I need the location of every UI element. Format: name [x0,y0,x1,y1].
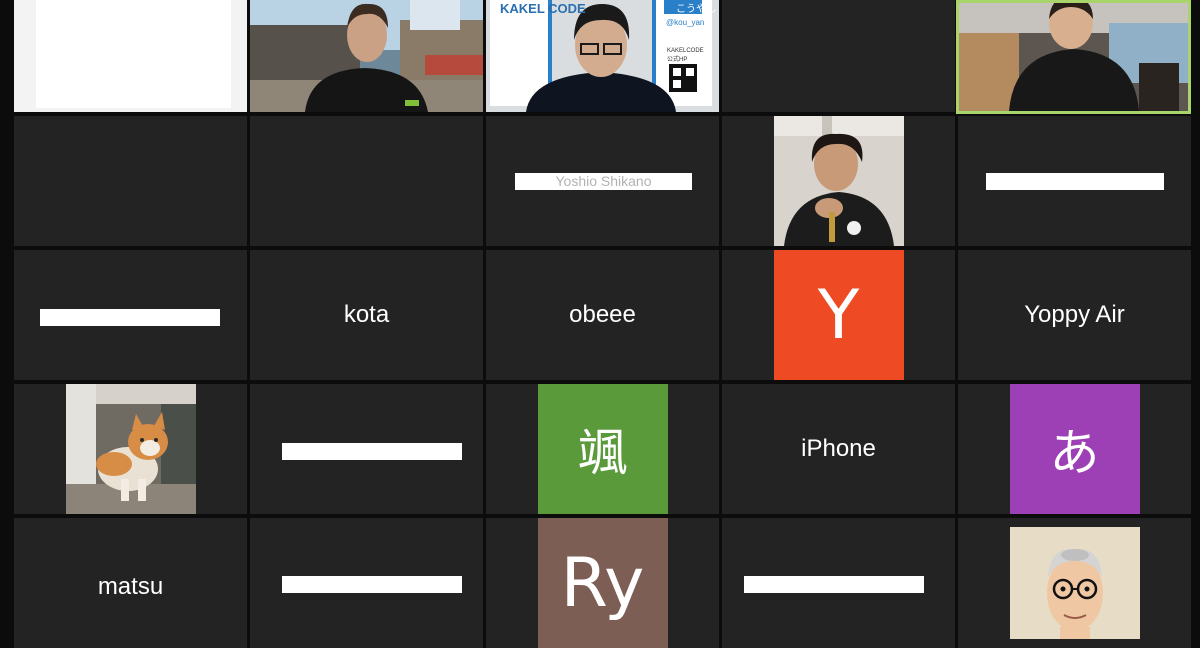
redacted-name-bar: Yoshio Shikano [515,173,692,190]
gallery-view-grid: KAKEL CODE こうやん @kou_yan KAKELCODE 公式HP … [0,0,1200,648]
initial-avatar: Y [773,250,904,380]
avatar-initial: 颯 [577,424,628,482]
participant-tile-20[interactable]: あ [958,384,1191,514]
avatar-initial: Y [817,275,860,355]
participant-video [14,0,247,112]
initial-avatar: Ry [537,518,668,648]
participant-name: kota [343,301,390,328]
participant-tile-10[interactable] [958,116,1191,246]
participant-name: obeee [569,301,636,328]
participant-tile-24[interactable] [722,518,955,648]
participant-tile-25[interactable] [958,518,1191,648]
participant-tile-4[interactable] [722,0,955,112]
kakel-code-logo: KAKEL CODE [500,1,586,16]
participant-tile-12[interactable]: kota [250,250,483,380]
participant-name: Yoshio Shikano [555,173,652,189]
redacted-name-bar [744,576,924,593]
kakel-kana: こうやん [676,4,716,15]
cartoon-avatar [1009,527,1140,639]
participant-tile-9[interactable] [722,116,955,246]
redacted-name-bar [40,309,220,326]
participant-name: matsu [97,573,164,600]
participant-tile-13[interactable]: obeee [486,250,719,380]
participant-tile-8[interactable]: Yoshio Shikano [486,116,719,246]
participant-tile-5-active-speaker[interactable] [956,0,1191,114]
participant-tile-22[interactable] [250,518,483,648]
redacted-name-bar [282,576,462,593]
participant-tile-19[interactable]: iPhone [722,384,955,514]
participant-tile-7[interactable] [250,116,483,246]
participant-tile-14[interactable]: Y [722,250,955,380]
participant-name: iPhone [801,435,876,462]
participant-tile-11[interactable] [14,250,247,380]
participant-tile-15[interactable]: Yoppy Air [958,250,1191,380]
kakel-qr-label: KAKELCODE 公式HP [667,48,704,63]
kakel-handle: @kou_yan [666,18,705,27]
kitten-photo [65,384,196,514]
participant-tile-3[interactable]: KAKEL CODE こうやん @kou_yan KAKELCODE 公式HP [486,0,719,112]
participant-tile-17[interactable] [250,384,483,514]
participant-tile-16[interactable] [14,384,247,514]
profile-photo [773,116,904,246]
redacted-name-bar [282,443,462,460]
redacted-name-bar [986,173,1164,190]
participant-tile-6[interactable] [14,116,247,246]
participant-tile-2[interactable] [250,0,483,112]
participant-video [959,3,1188,111]
participant-tile-21[interactable]: matsu [14,518,247,648]
initial-avatar: 颯 [537,384,668,514]
participant-tile-1[interactable] [14,0,247,112]
participant-tile-23[interactable]: Ry [486,518,719,648]
participant-name: Yoppy Air [1024,301,1125,328]
avatar-initial: あ [1049,424,1100,482]
avatar-initial: Ry [560,543,645,623]
participant-video [250,0,483,112]
participant-tile-18[interactable]: 颯 [486,384,719,514]
initial-avatar: あ [1009,384,1140,514]
